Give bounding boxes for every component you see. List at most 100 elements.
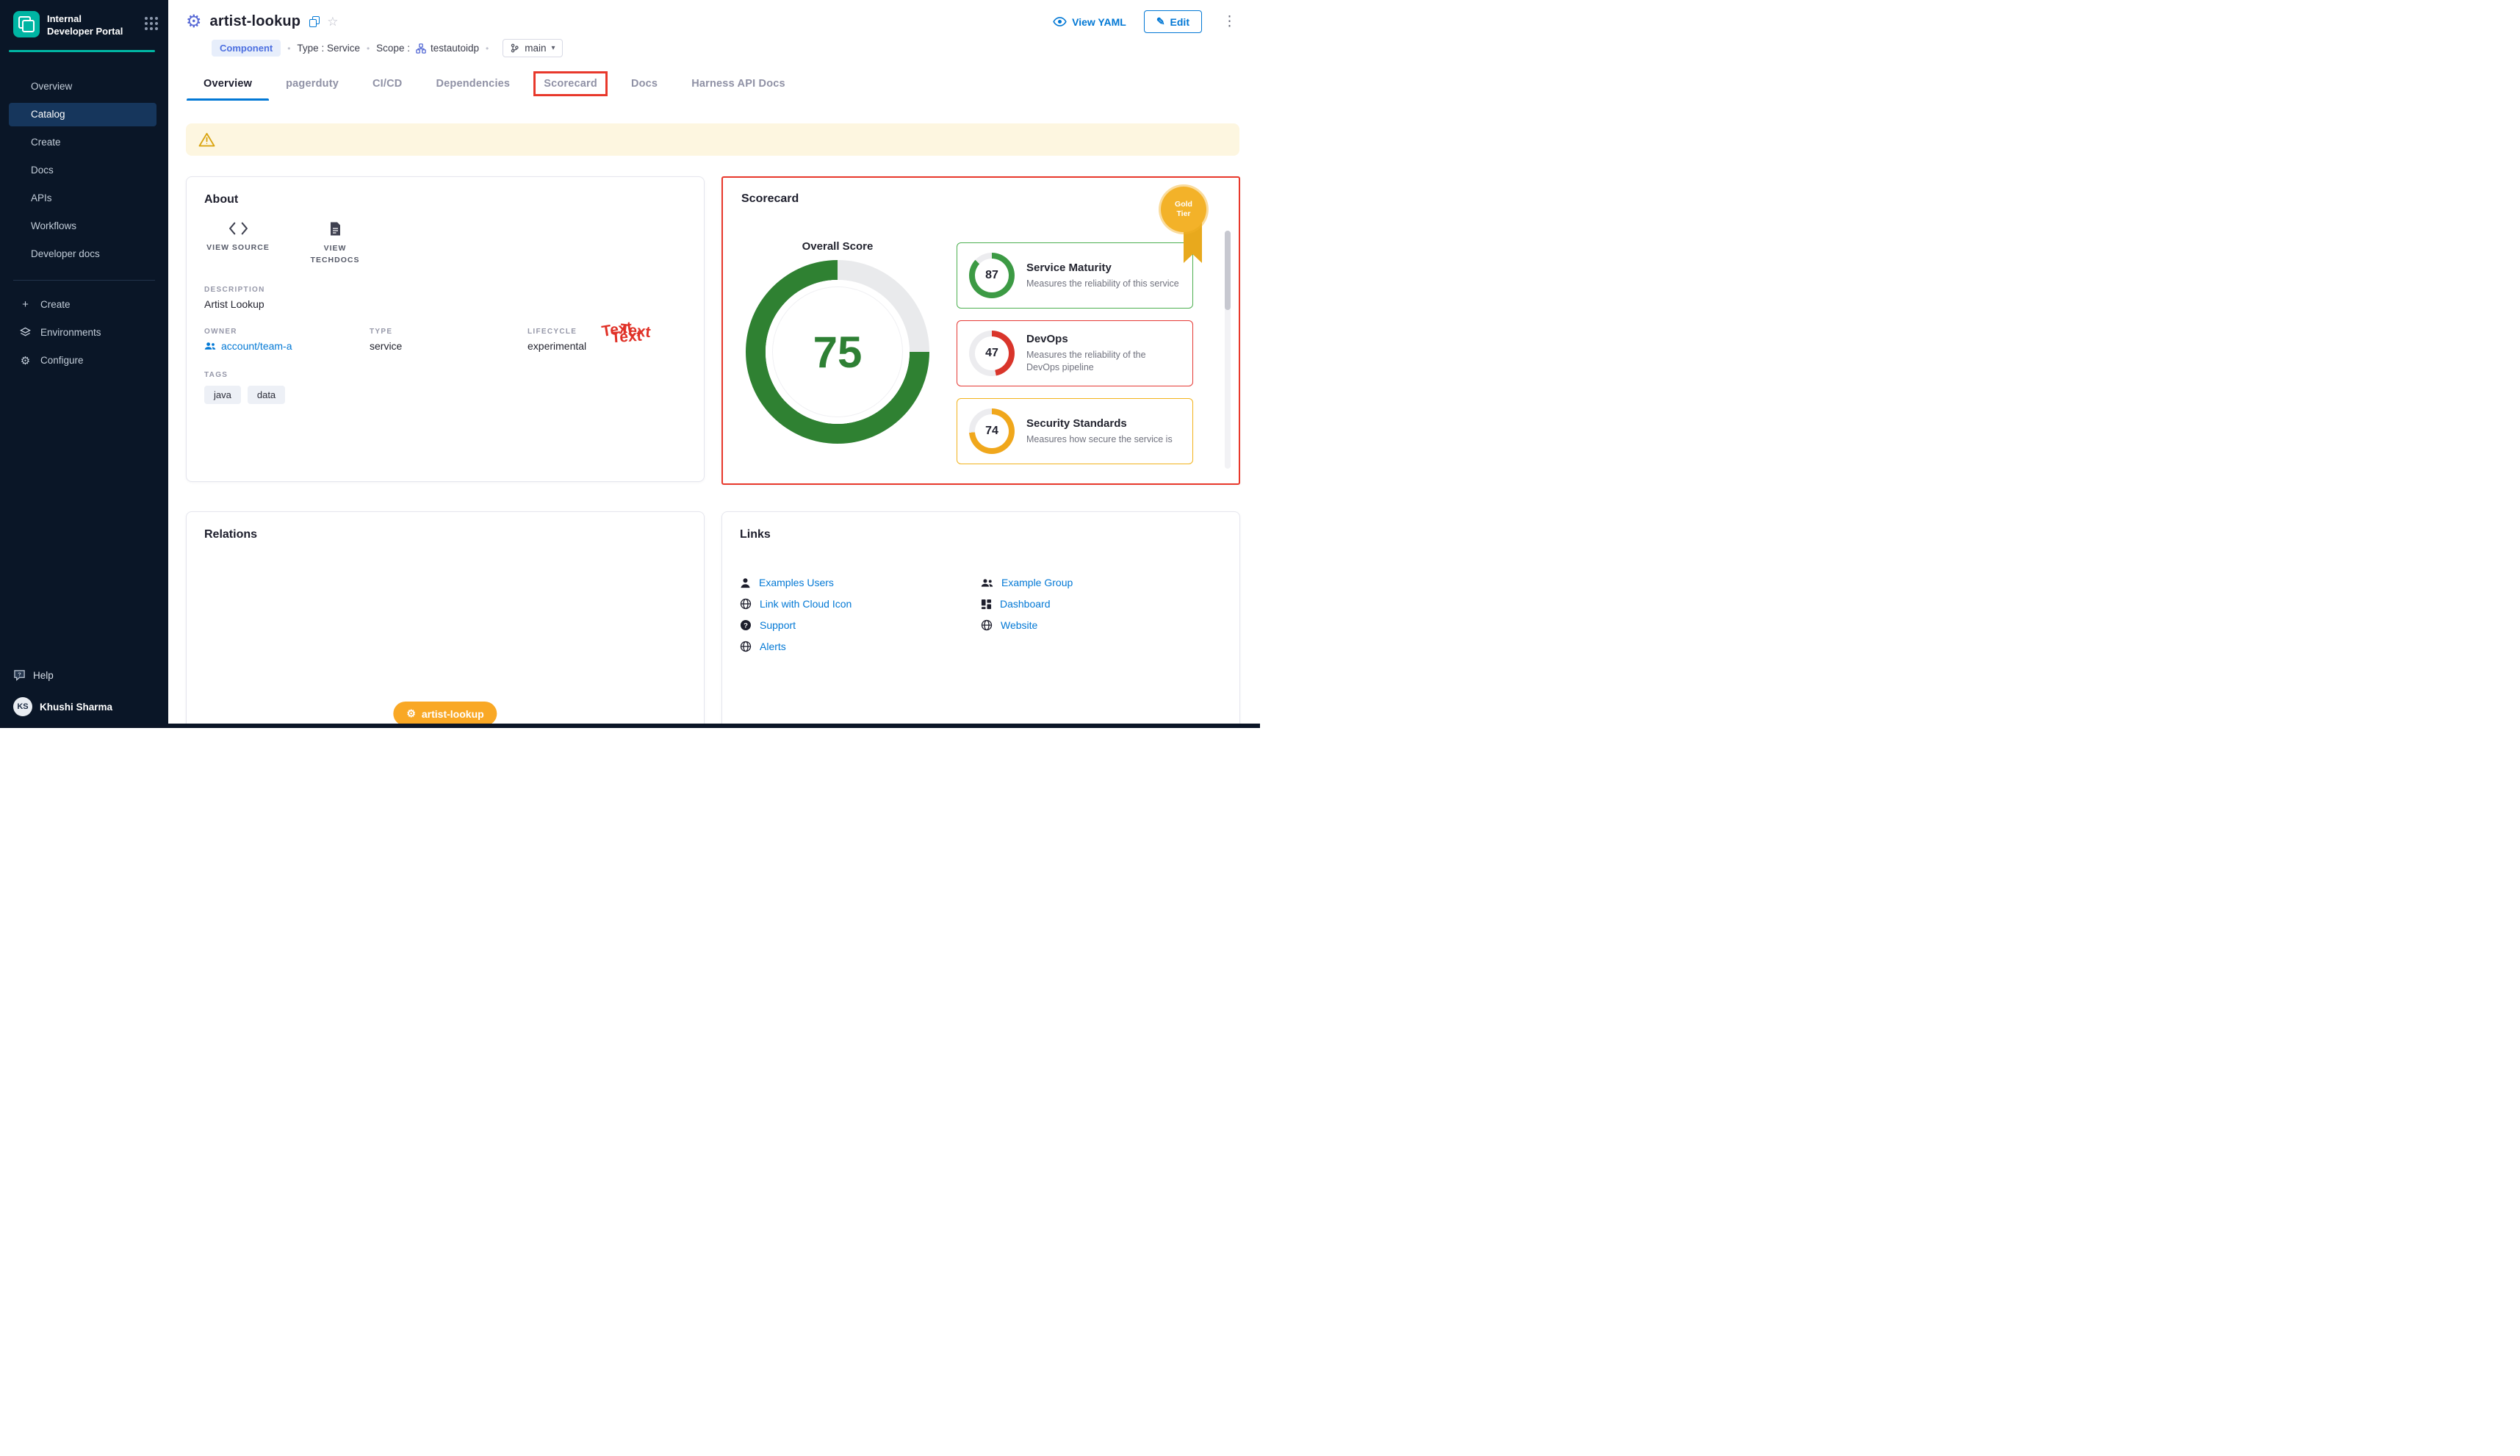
brand: Internal Developer Portal [0,0,168,38]
link-label[interactable]: Support [760,619,796,631]
about-actions: VIEW SOURCE VIEW TECHDOCS [204,221,686,267]
scrollbar-thumb[interactable] [1225,231,1231,310]
tags-field: TAGS java data [204,371,686,404]
tag-chip[interactable]: java [204,386,241,404]
view-source-button[interactable]: VIEW SOURCE [204,221,272,267]
apps-grid-icon[interactable] [145,17,158,30]
link-label[interactable]: Dashboard [1000,598,1051,610]
relations-card: Relations ⚙ artist-lookup [186,511,705,728]
entity-meta: Component • Type : Service • Scope : tes… [212,39,1260,57]
links-column-1: Examples Users Link with Cloud Icon ? Su… [740,572,981,657]
ribbon-medal: Gold Tier [1161,187,1206,232]
relations-title: Relations [204,528,686,541]
scope-icon [416,43,426,54]
dot-separator: • [367,43,370,54]
scorecard-list[interactable]: 87 Service Maturity Measures the reliabi… [957,226,1193,480]
copy-icon[interactable] [309,16,320,27]
cards-grid: About VIEW SOURCE VIEW TECHDOCS DESCRIPT… [186,176,1239,728]
svg-text:?: ? [18,671,21,677]
sidebar-item-environments[interactable]: Environments [0,319,168,347]
view-techdocs-button[interactable]: VIEW TECHDOCS [301,221,369,267]
dashboard-icon [981,599,992,610]
help-button[interactable]: ? Help [13,669,155,681]
branch-label: main [525,43,546,54]
description-value: Artist Lookup [204,298,686,310]
link-examples-users: Examples Users [740,572,981,593]
view-source-label: VIEW SOURCE [206,242,270,253]
link-dashboard: Dashboard [981,594,1222,614]
owner-label: OWNER [204,328,370,336]
description-field: DESCRIPTION Artist Lookup [204,286,686,310]
type-text: Type : Service [297,43,360,54]
scope-label: Scope : [376,43,410,54]
sidebar-item-overview[interactable]: Overview [0,73,168,101]
star-icon[interactable]: ☆ [327,15,338,29]
tab-docs[interactable]: Docs [614,72,674,101]
dot-separator: • [287,43,290,54]
group-icon [204,342,216,350]
ribbon-line2: Tier [1176,209,1190,219]
header-actions: View YAML ✎ Edit ⋮ [1053,10,1239,33]
link-support: ? Support [740,615,981,635]
type-label: TYPE [370,328,528,336]
pencil-icon: ✎ [1156,15,1165,28]
score-value: 47 [975,336,1009,370]
scorecard-desc: Measures the reliability of this service [1026,278,1179,290]
scorecard-item-service-maturity[interactable]: 87 Service Maturity Measures the reliabi… [957,242,1193,309]
tab-dependencies[interactable]: Dependencies [419,72,527,101]
links-column-2: Example Group Dashboard Website [981,572,1222,657]
sidebar-item-create[interactable]: Create [0,129,168,156]
link-label[interactable]: Examples Users [759,577,834,588]
score-donut: 47 [969,331,1015,376]
tab-cicd[interactable]: CI/CD [356,72,419,101]
main-content: ⚙ artist-lookup ☆ View YAML ✎ Edit ⋮ Com… [168,0,1260,728]
owner-link[interactable]: account/team-a [204,340,370,352]
scorecard-item-devops[interactable]: 47 DevOps Measures the reliability of th… [957,320,1193,386]
sidebar-item-catalog[interactable]: Catalog [0,101,168,129]
links-card: Links Examples Users Link with Cloud Ico… [721,511,1240,728]
sidebar-divider [13,280,155,281]
bottom-scrollbar[interactable] [0,724,1260,728]
sidebar-item-workflows[interactable]: Workflows [0,212,168,240]
user-profile[interactable]: KS Khushi Sharma [13,697,155,716]
tab-pagerduty[interactable]: pagerduty [269,72,356,101]
plus-icon: + [19,298,32,311]
branch-icon [510,43,519,53]
eye-icon [1053,16,1067,27]
sidebar-item-configure[interactable]: ⚙ Configure [0,347,168,375]
sidebar-item-docs[interactable]: Docs [0,156,168,184]
tag-chip[interactable]: data [248,386,285,404]
caret-down-icon: ▾ [551,44,555,52]
link-label[interactable]: Example Group [1001,577,1073,588]
scorecard-title: Scorecard [741,192,799,206]
sidebar-item-create-new[interactable]: + Create [0,291,168,319]
question-icon: ? [740,619,752,631]
link-label[interactable]: Alerts [760,641,786,652]
tab-bar: Overview pagerduty CI/CD Dependencies Sc… [187,72,1260,101]
relations-node-artist-lookup[interactable]: ⚙ artist-lookup [393,702,497,726]
scorecard-name: Service Maturity [1026,262,1179,274]
tab-overview[interactable]: Overview [187,72,269,101]
tab-harness-api-docs[interactable]: Harness API Docs [674,72,802,101]
score-value: 74 [975,414,1009,448]
scorecard-item-security-standards[interactable]: 74 Security Standards Measures how secur… [957,398,1193,464]
link-label[interactable]: Website [1001,619,1037,631]
help-chat-icon: ? [13,669,26,681]
entity-gear-icon: ⚙ [186,13,202,31]
score-donut: 87 [969,253,1015,298]
scorecard-scrollbar[interactable] [1225,231,1231,469]
gold-tier-ribbon-icon: Gold Tier [1161,187,1206,232]
branch-selector[interactable]: main ▾ [503,39,562,57]
view-yaml-button[interactable]: View YAML [1053,16,1126,28]
globe-icon [981,619,993,631]
links-columns: Examples Users Link with Cloud Icon ? Su… [740,572,1222,657]
link-label[interactable]: Link with Cloud Icon [760,598,852,610]
sidebar-item-apis[interactable]: APIs [0,184,168,212]
document-icon [328,221,342,237]
edit-button[interactable]: ✎ Edit [1144,10,1202,33]
kebab-menu-icon[interactable]: ⋮ [1220,13,1239,30]
sidebar-nav: Overview Catalog Create Docs APIs Workfl… [0,73,168,268]
sidebar-item-developer-docs[interactable]: Developer docs [0,240,168,268]
tab-scorecard[interactable]: Scorecard [527,72,614,101]
user-name: Khushi Sharma [40,702,112,713]
